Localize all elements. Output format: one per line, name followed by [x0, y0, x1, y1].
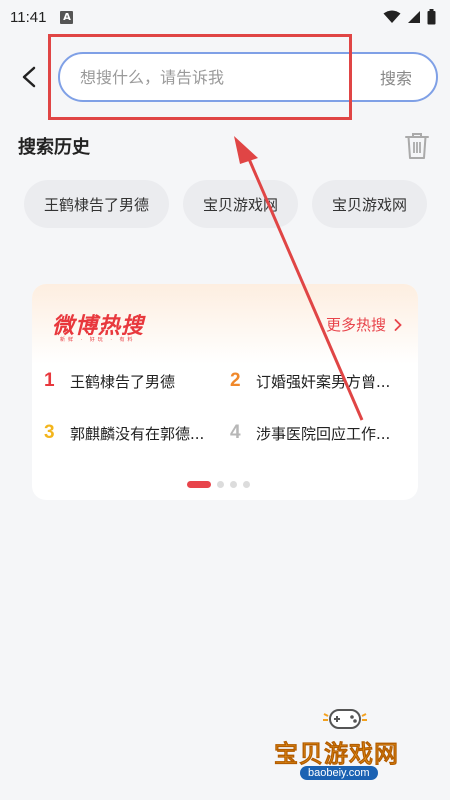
more-hot-label: 更多热搜 [325, 316, 386, 334]
hot-text: 涉事医院回应工作... [256, 424, 391, 443]
carousel-pager [187, 481, 250, 488]
pager-dot[interactable] [187, 481, 211, 488]
watermark-logo: 宝贝游戏网 baobeiy.com [270, 700, 430, 790]
history-chip[interactable]: 宝贝游戏网 [312, 180, 428, 228]
hot-search-item[interactable]: 2 订婚强奸案男方曾... [230, 366, 412, 396]
hot-search-card: 微博热搜 新鲜 · 好玩 · 有料 更多热搜 1 王鹤棣告了男德 2 订婚强奸案… [32, 284, 418, 500]
hot-search-item[interactable]: 3 郭麒麟没有在郭德... [44, 418, 226, 448]
annotation-highlight-box [48, 34, 352, 120]
hot-rank: 3 [44, 422, 55, 443]
hot-rank: 1 [44, 370, 55, 391]
more-hot-link[interactable]: 更多热搜 [326, 314, 402, 335]
history-chip[interactable]: 王鹤棣告了男德 [24, 180, 170, 228]
pager-dot[interactable] [243, 481, 250, 488]
chevron-right-icon [394, 318, 402, 331]
battery-icon [427, 9, 436, 25]
search-button[interactable]: 搜索 [356, 54, 436, 100]
history-chip-list: 王鹤棣告了男德 宝贝游戏网 宝贝游戏网 [24, 180, 432, 230]
trash-icon [405, 133, 429, 159]
hot-text: 订婚强奸案男方曾... [256, 372, 391, 391]
back-button[interactable] [14, 62, 44, 92]
cellular-signal-icon [408, 11, 420, 23]
status-bar: 11:41 A [0, 0, 450, 34]
pager-dot[interactable] [217, 481, 224, 488]
weibo-hot-logo: 微博热搜 新鲜 · 好玩 · 有料 [52, 308, 162, 343]
hot-rank: 4 [230, 422, 241, 443]
watermark-title: 宝贝游戏网 [274, 740, 399, 769]
wifi-icon [383, 10, 401, 23]
status-indicators [383, 9, 436, 25]
history-header: 搜索历史 [18, 128, 432, 164]
hot-search-item[interactable]: 4 涉事医院回应工作... [230, 418, 412, 448]
hot-rank: 2 [230, 370, 241, 391]
history-chip[interactable]: 宝贝游戏网 [183, 180, 299, 228]
status-time: 11:41 [10, 8, 47, 26]
weibo-hot-logo-sub: 新鲜 · 好玩 · 有料 [60, 337, 136, 343]
hot-text: 郭麒麟没有在郭德... [70, 424, 205, 443]
watermark-url: baobeiy.com [300, 766, 378, 780]
gamepad-icon [323, 709, 367, 729]
hot-text: 王鹤棣告了男德 [70, 372, 176, 391]
notification-icon: A [60, 10, 74, 24]
clear-history-button[interactable] [402, 130, 432, 162]
hot-search-item[interactable]: 1 王鹤棣告了男德 [44, 366, 226, 396]
pager-dot[interactable] [230, 481, 237, 488]
chevron-left-icon [22, 66, 36, 88]
history-title: 搜索历史 [18, 137, 90, 158]
